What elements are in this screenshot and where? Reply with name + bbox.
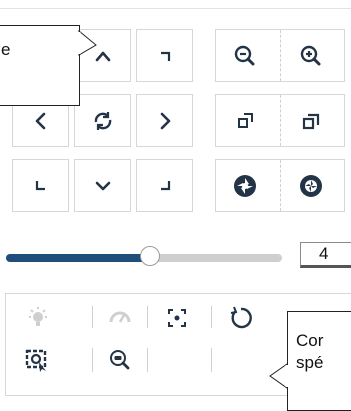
tooltip-left-pointer	[77, 29, 97, 56]
iris-open-button[interactable]	[231, 172, 259, 200]
tooltip-left-box: e	[0, 25, 80, 106]
tilt-down-button[interactable]	[74, 159, 131, 212]
pan-right-button[interactable]	[136, 94, 193, 147]
zoom-in-button[interactable]	[297, 42, 325, 70]
chevron-down-icon	[95, 181, 110, 190]
zoom-in-icon	[300, 45, 321, 66]
zoom-divider	[280, 30, 281, 81]
aperture-open-icon	[234, 175, 256, 197]
center-focus-icon	[168, 309, 186, 327]
chevron-left-icon	[35, 112, 45, 129]
zoom-out-icon	[234, 45, 255, 66]
toolbar-separator	[92, 348, 93, 372]
pan-down-left-button[interactable]	[12, 159, 69, 212]
light-bulb-icon	[29, 307, 47, 326]
aperture-close-icon	[300, 175, 322, 197]
toolbar-separator	[211, 306, 212, 328]
pan-down-right-button[interactable]	[136, 159, 193, 212]
corner-down-right-icon	[160, 180, 170, 190]
iris-divider	[280, 160, 281, 211]
zoom-out-button[interactable]	[231, 42, 259, 70]
center-focus-button[interactable]	[154, 298, 200, 338]
light-button[interactable]	[15, 298, 61, 338]
corner-down-left-icon	[35, 180, 45, 190]
pan-up-right-button[interactable]	[136, 29, 193, 82]
area-zoom-icon	[25, 349, 47, 372]
focus-far-icon	[302, 113, 320, 130]
area-zoom-button[interactable]	[14, 340, 60, 380]
tooltip-left-text: e	[1, 40, 11, 59]
speed-slider-thumb[interactable]	[139, 246, 160, 266]
focus-near-icon	[238, 113, 253, 128]
focus-near-button[interactable]	[232, 107, 260, 135]
chevron-right-icon	[160, 112, 170, 129]
tooltip-right-line2: spé	[296, 353, 324, 372]
focus-divider	[280, 95, 281, 146]
corner-up-right-icon	[160, 51, 170, 61]
speed-slider[interactable]	[6, 246, 282, 266]
speed-value-input[interactable]: 4	[300, 242, 351, 268]
tooltip-right-line1: Cor	[296, 331, 324, 350]
3d-zoom-icon	[110, 350, 130, 370]
refresh-icon	[94, 111, 111, 130]
iris-close-button[interactable]	[297, 172, 325, 200]
toolbar-separator	[92, 306, 93, 328]
tooltip-right-pointer	[269, 363, 289, 389]
wiper-button[interactable]	[97, 298, 143, 338]
3d-positioning-button[interactable]	[97, 340, 143, 380]
top-divider	[0, 8, 351, 9]
auto-pan-button[interactable]	[74, 94, 131, 147]
rotate-icon	[230, 306, 252, 329]
tooltip-right-box: Cor spé	[287, 311, 351, 411]
toolbar-separator	[147, 348, 148, 372]
reset-button[interactable]	[218, 298, 264, 338]
wiper-icon	[109, 311, 131, 323]
speed-slider-fill	[6, 254, 150, 262]
toolbar-separator	[211, 348, 212, 372]
toolbar-separator	[147, 306, 148, 328]
focus-far-button[interactable]	[297, 107, 325, 135]
